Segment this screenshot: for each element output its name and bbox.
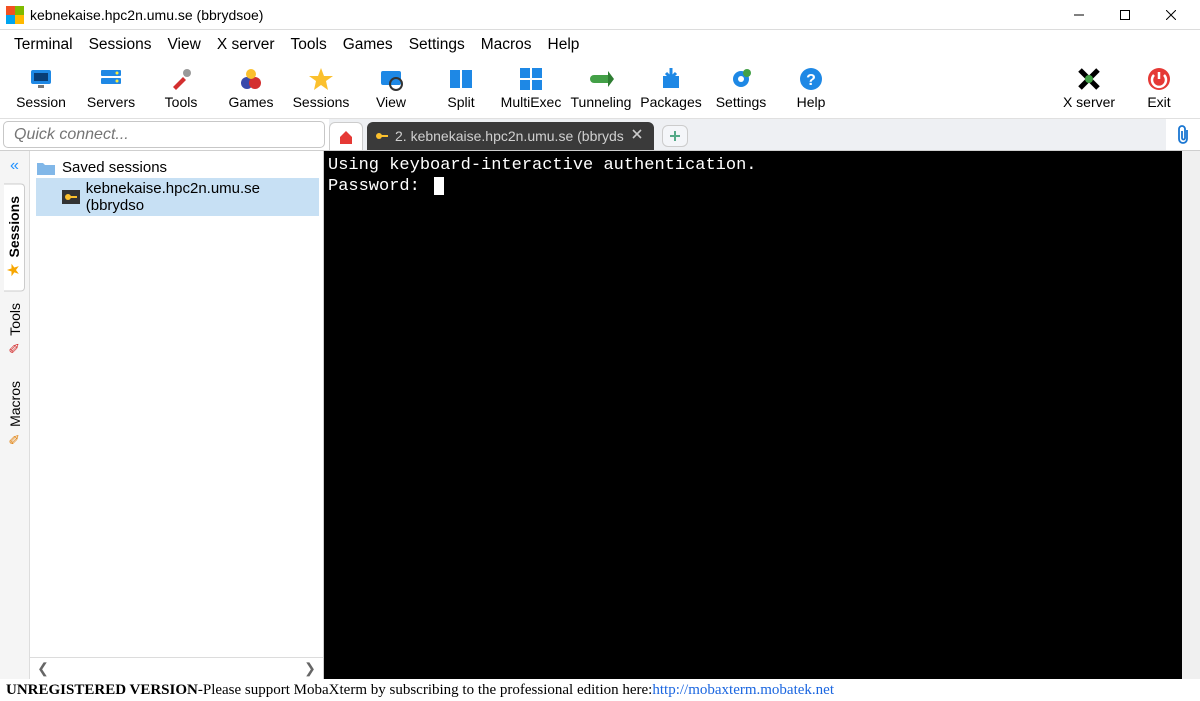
terminal-vscroll[interactable] — [1182, 151, 1200, 679]
help-icon: ? — [798, 66, 824, 92]
toolbar-help[interactable]: ? Help — [776, 64, 846, 112]
menu-games[interactable]: Games — [339, 34, 397, 56]
multiexec-icon — [518, 66, 544, 92]
main-area: « ★ Sessions ✎ Tools ✎ Macros Saved sess… — [0, 151, 1200, 679]
tree-session-label: kebnekaise.hpc2n.umu.se (bbrydso — [86, 180, 319, 214]
sidebar-hscroll[interactable]: ❮ ❯ — [30, 657, 323, 679]
home-icon — [337, 128, 355, 146]
session-tab-label: 2. kebnekaise.hpc2n.umu.se (bbryds — [395, 128, 624, 144]
packages-icon — [658, 66, 684, 92]
key-icon — [375, 129, 389, 143]
tools-icon — [168, 66, 194, 92]
paperclip-icon — [1174, 125, 1192, 145]
menu-macros[interactable]: Macros — [477, 34, 536, 56]
footer-unregistered: UNREGISTERED VERSION — [6, 682, 198, 699]
toolbar-split[interactable]: Split — [426, 64, 496, 112]
sidetab-sessions[interactable]: ★ Sessions — [4, 183, 25, 291]
servers-icon — [98, 66, 124, 92]
menu-tools[interactable]: Tools — [287, 34, 331, 56]
terminal[interactable]: Using keyboard-interactive authenticatio… — [324, 151, 1182, 679]
scroll-right-icon[interactable]: ❯ — [301, 660, 319, 677]
terminal-line-2: Password: — [328, 177, 430, 196]
toolbar-view[interactable]: View — [356, 64, 426, 112]
tunneling-icon — [588, 66, 614, 92]
menu-bar: Terminal Sessions View X server Tools Ga… — [0, 30, 1200, 60]
close-tab-icon[interactable] — [632, 129, 646, 143]
gear-icon — [728, 66, 754, 92]
toolbar: Session Servers Tools Games Sessions Vie… — [0, 60, 1200, 119]
toolbar-tools[interactable]: Tools — [146, 64, 216, 112]
star-icon — [308, 66, 334, 92]
toolbar-sessions[interactable]: Sessions — [286, 64, 356, 112]
sidebar: Saved sessions kebnekaise.hpc2n.umu.se (… — [30, 151, 324, 679]
menu-settings[interactable]: Settings — [405, 34, 469, 56]
footer-link[interactable]: http://mobaxterm.mobatek.net — [652, 682, 834, 699]
xserver-icon — [1076, 66, 1102, 92]
terminal-line-1: Using keyboard-interactive authenticatio… — [328, 156, 756, 175]
toolbar-xserver[interactable]: X server — [1054, 64, 1124, 112]
games-icon — [238, 66, 264, 92]
home-tab[interactable] — [329, 122, 363, 150]
view-icon — [378, 66, 404, 92]
menu-xserver[interactable]: X server — [213, 34, 279, 56]
session-tree: Saved sessions kebnekaise.hpc2n.umu.se (… — [30, 151, 323, 657]
minimize-button[interactable] — [1056, 0, 1102, 30]
toolbar-games[interactable]: Games — [216, 64, 286, 112]
collapse-sidebar-icon[interactable]: « — [10, 157, 19, 175]
paperclip-button[interactable] — [1166, 119, 1200, 150]
plus-icon — [669, 130, 681, 142]
close-button[interactable] — [1148, 0, 1194, 30]
window-title: kebnekaise.hpc2n.umu.se (bbrydsoe) — [30, 7, 263, 23]
sidetab-tools[interactable]: ✎ Tools — [5, 291, 25, 369]
toolbar-servers[interactable]: Servers — [76, 64, 146, 112]
new-tab-button[interactable] — [662, 125, 688, 147]
menu-help[interactable]: Help — [544, 34, 584, 56]
tree-folder-label: Saved sessions — [62, 159, 167, 176]
app-icon — [6, 6, 24, 24]
toolbar-exit[interactable]: Exit — [1124, 64, 1194, 112]
toolbar-tunneling[interactable]: Tunneling — [566, 64, 636, 112]
split-icon — [448, 66, 474, 92]
maximize-button[interactable] — [1102, 0, 1148, 30]
toolbar-packages[interactable]: Packages — [636, 64, 706, 112]
menu-view[interactable]: View — [163, 34, 204, 56]
scroll-left-icon[interactable]: ❮ — [34, 660, 52, 677]
quick-connect-input[interactable] — [14, 126, 314, 144]
menu-sessions[interactable]: Sessions — [85, 34, 156, 56]
key-icon — [62, 190, 80, 204]
toolbar-session[interactable]: Session — [6, 64, 76, 112]
quick-connect[interactable] — [3, 121, 325, 148]
side-tabs: « ★ Sessions ✎ Tools ✎ Macros — [0, 151, 30, 679]
monitor-icon — [28, 66, 54, 92]
folder-icon — [36, 160, 56, 176]
toolbar-multiexec[interactable]: MultiExec — [496, 64, 566, 112]
title-bar: kebnekaise.hpc2n.umu.se (bbrydsoe) — [0, 0, 1200, 30]
svg-text:?: ? — [806, 72, 816, 89]
tab-bar: 2. kebnekaise.hpc2n.umu.se (bbryds — [329, 119, 1166, 150]
tree-session-item[interactable]: kebnekaise.hpc2n.umu.se (bbrydso — [36, 178, 319, 216]
session-tab[interactable]: 2. kebnekaise.hpc2n.umu.se (bbryds — [367, 122, 654, 150]
tab-row: 2. kebnekaise.hpc2n.umu.se (bbryds — [0, 119, 1200, 151]
status-bar: UNREGISTERED VERSION - Please support Mo… — [0, 679, 1200, 701]
tree-folder[interactable]: Saved sessions — [36, 157, 319, 178]
menu-terminal[interactable]: Terminal — [10, 34, 77, 56]
footer-msg: Please support MobaXterm by subscribing … — [203, 682, 653, 699]
terminal-cursor — [434, 177, 444, 195]
power-icon — [1146, 66, 1172, 92]
sidetab-macros[interactable]: ✎ Macros — [5, 369, 25, 460]
toolbar-settings[interactable]: Settings — [706, 64, 776, 112]
